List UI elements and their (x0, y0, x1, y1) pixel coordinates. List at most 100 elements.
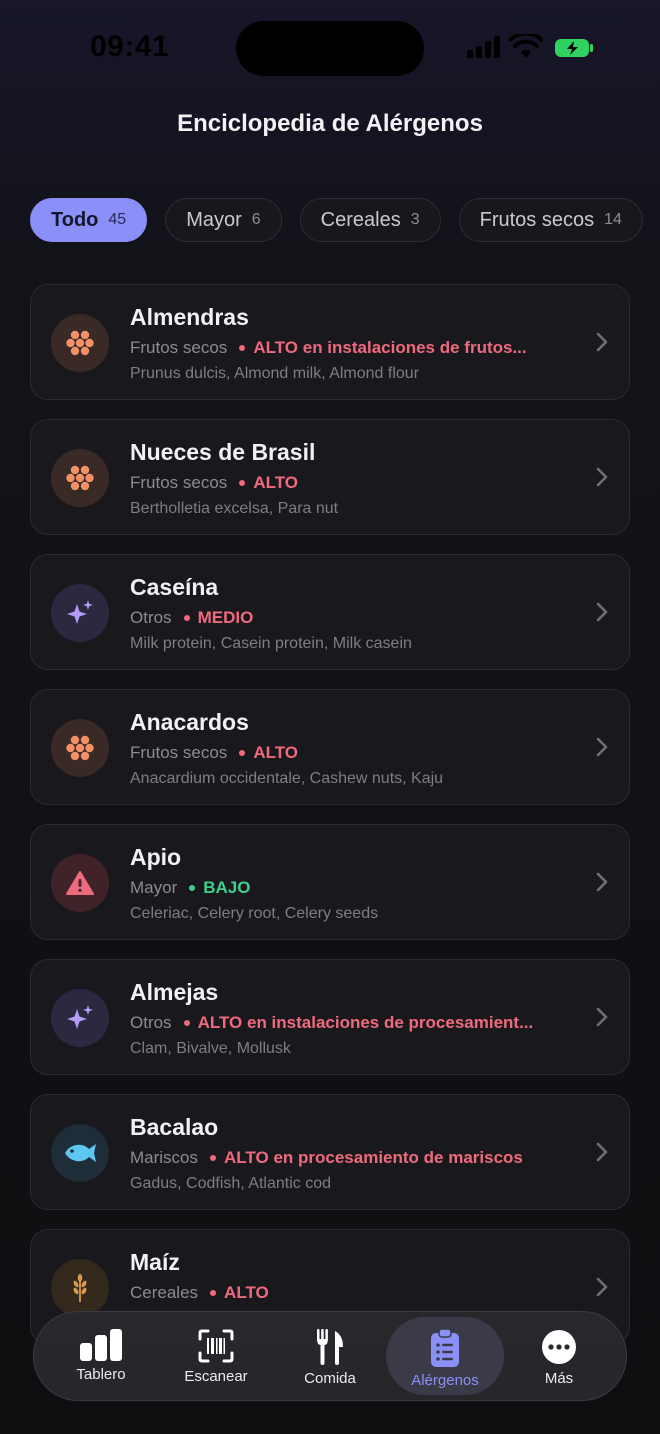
allergen-name: Maíz (130, 1249, 180, 1275)
status-bar: 09:41 (0, 0, 660, 96)
allergen-category: Otros (130, 608, 172, 627)
tab-alergenos[interactable]: Alérgenos (386, 1317, 504, 1395)
chevron-right-icon (596, 602, 608, 622)
chip-label: Cereales (320, 208, 401, 231)
status-time: 09:41 (90, 30, 170, 63)
warning-triangle-icon (51, 854, 109, 912)
tab-escanear[interactable]: Escanear (157, 1317, 275, 1395)
risk-label: ALTO en instalaciones de frutos... (253, 338, 527, 357)
allergen-aliases: Celeriac, Celery root, Celery seeds (130, 905, 379, 922)
allergen-card[interactable]: Almendras Frutos secos ALTO en instalaci… (30, 284, 630, 400)
tab-tablero[interactable]: Tablero (42, 1317, 160, 1395)
chevron-right-icon (596, 1142, 608, 1162)
more-dots-icon (542, 1330, 576, 1364)
allergen-meta: Otros ALTO en instalaciones de procesami… (130, 1013, 533, 1033)
allergen-name: Caseína (130, 574, 219, 600)
allergen-list: Almendras Frutos secos ALTO en instalaci… (30, 284, 630, 1364)
fork-knife-icon (317, 1329, 343, 1365)
filter-chip-frutos-secos[interactable]: Frutos secos 14 (458, 198, 643, 242)
barcode-scan-icon (198, 1329, 234, 1363)
allergen-aliases: Gadus, Codfish, Atlantic cod (130, 1175, 331, 1192)
risk-label: MEDIO (197, 608, 254, 627)
allergen-aliases: Milk protein, Casein protein, Milk casei… (130, 635, 412, 652)
wheat-icon (51, 1259, 109, 1317)
filter-chip-todo[interactable]: Todo 45 (30, 198, 148, 242)
risk-label: ALTO (253, 743, 299, 762)
allergen-name: Nueces de Brasil (130, 439, 316, 465)
allergen-card[interactable]: Almejas Otros ALTO en instalaciones de p… (30, 959, 630, 1075)
allergen-name: Bacalao (130, 1114, 219, 1140)
risk-dot (183, 615, 190, 621)
risk-dot (239, 480, 246, 486)
bottom-tab-bar: Tablero Escanear Comida Alérgenos Más (33, 1311, 627, 1401)
allergen-aliases: Prunus dulcis, Almond milk, Almond flour (130, 365, 420, 382)
chevron-right-icon (596, 872, 608, 892)
chip-label: Todo (51, 208, 99, 231)
allergen-category: Frutos secos (130, 338, 228, 357)
allergen-meta: Mariscos ALTO en procesamiento de marisc… (130, 1148, 523, 1168)
allergen-aliases: Anacardium occidentale, Cashew nuts, Kaj… (130, 770, 444, 787)
nut-cluster-icon (51, 719, 109, 777)
risk-dot (210, 1290, 217, 1296)
chip-count: 3 (410, 211, 420, 228)
allergen-name: Almejas (130, 979, 219, 1005)
risk-dot (183, 1020, 190, 1026)
allergen-name: Apio (130, 844, 182, 870)
risk-label: ALTO en procesamiento de mariscos (224, 1148, 523, 1167)
risk-label: ALTO (224, 1283, 269, 1302)
dynamic-island (236, 21, 424, 76)
risk-label: ALTO en instalaciones de procesamient... (197, 1013, 534, 1032)
allergen-meta: Frutos secos ALTO (130, 743, 298, 763)
allergen-card[interactable]: Bacalao Mariscos ALTO en procesamiento d… (30, 1094, 630, 1210)
risk-label: BAJO (203, 878, 251, 897)
allergen-card[interactable]: Anacardos Frutos secos ALTO Anacardium o… (30, 689, 630, 805)
page-title: Enciclopedia de Alérgenos (177, 110, 483, 137)
bar-chart-icon (80, 1329, 122, 1361)
clipboard-list-icon (431, 1329, 459, 1367)
chevron-right-icon (596, 332, 608, 352)
allergen-category: Frutos secos (130, 743, 228, 762)
filter-chip-mayor[interactable]: Mayor 6 (165, 198, 282, 242)
allergen-category: Frutos secos (130, 473, 228, 492)
allergen-category: Mayor (130, 878, 178, 897)
allergen-category: Cereales (130, 1283, 199, 1302)
tab-label: Comida (304, 1370, 356, 1387)
allergen-category: Otros (130, 1013, 172, 1032)
nut-cluster-icon (51, 314, 109, 372)
sparkles-icon (51, 989, 109, 1047)
allergen-card[interactable]: Caseína Otros MEDIO Milk protein, Casein… (30, 554, 630, 670)
risk-dot (189, 885, 196, 891)
allergen-name: Anacardos (130, 709, 249, 735)
allergen-meta: Mayor BAJO (130, 878, 250, 898)
chip-label: Frutos secos (479, 208, 595, 231)
allergen-meta: Cereales ALTO (130, 1283, 269, 1303)
sparkles-icon (51, 584, 109, 642)
chip-count: 14 (604, 211, 622, 228)
allergen-aliases: Bertholletia excelsa, Para nut (130, 500, 339, 517)
filter-chips: Todo 45 Mayor 6 Cereales 3 Frutos secos … (30, 198, 660, 244)
cellular-signal-icon (467, 36, 500, 58)
chip-count: 45 (108, 211, 127, 228)
tab-label: Escanear (184, 1368, 248, 1385)
tab-label: Alérgenos (411, 1372, 479, 1389)
wifi-icon (509, 34, 543, 58)
allergen-meta: Frutos secos ALTO en instalaciones de fr… (130, 338, 527, 358)
allergen-category: Mariscos (130, 1148, 199, 1167)
allergen-card[interactable]: Apio Mayor BAJO Celeriac, Celery root, C… (30, 824, 630, 940)
risk-dot (239, 750, 246, 756)
allergen-aliases: Clam, Bivalve, Mollusk (130, 1040, 291, 1057)
battery-icon (555, 39, 593, 57)
tab-label: Tablero (76, 1366, 126, 1383)
allergen-meta: Frutos secos ALTO (130, 473, 298, 493)
tab-comida[interactable]: Comida (271, 1317, 389, 1395)
filter-chip-cereales[interactable]: Cereales 3 (299, 198, 441, 242)
risk-dot (239, 345, 246, 351)
allergen-name: Almendras (130, 304, 249, 330)
risk-dot (210, 1155, 217, 1161)
fish-icon (51, 1124, 109, 1182)
tab-mas[interactable]: Más (500, 1317, 618, 1395)
allergen-card[interactable]: Nueces de Brasil Frutos secos ALTO Berth… (30, 419, 630, 535)
chevron-right-icon (596, 467, 608, 487)
chevron-right-icon (596, 1007, 608, 1027)
chevron-right-icon (596, 737, 608, 757)
